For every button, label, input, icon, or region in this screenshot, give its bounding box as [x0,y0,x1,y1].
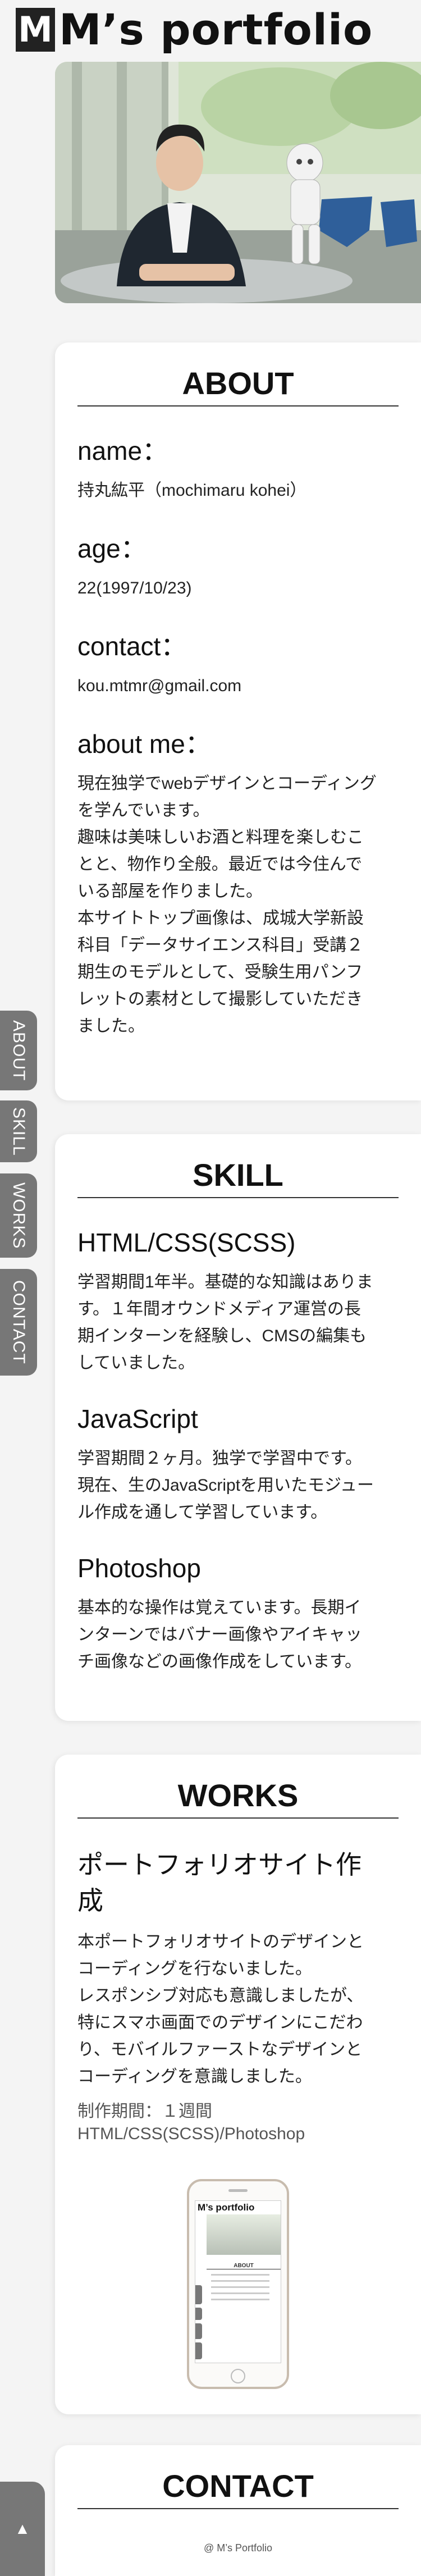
up-triangle-icon: ▲ [15,2520,30,2537]
site-title[interactable]: M’s portfolio [59,4,373,55]
side-nav-about-label: ABOUT [10,1020,28,1081]
thumbnail-tab [195,2308,202,2320]
site-header: M M’s portfolio [0,0,421,56]
side-nav-skill[interactable]: SKILL [0,1100,37,1162]
contact-section: CONTACT [55,2445,421,2576]
contact-label: contact： [77,632,187,661]
work-thumbnail[interactable]: M’s portfolio ABOUT [187,2179,289,2389]
about-title: ABOUT [77,365,399,407]
back-to-top-button[interactable]: ▲ [0,2482,45,2576]
thumbnail-hero [207,2214,281,2255]
skill-item: JavaScript 学習期間２ヶ月。独学で学習中です。 現在、生のJavaSc… [77,1403,399,1526]
skill-title: SKILL [77,1157,399,1198]
side-nav-contact-label: CONTACT [10,1280,28,1364]
thumbnail-screen: M’s portfolio ABOUT [195,2200,281,2363]
thumbnail-tab [195,2285,202,2304]
phone-home-button [231,2369,245,2383]
work-title: ポートフォリオサイト作 成 [77,1850,361,1915]
hero-photo [55,62,421,303]
side-nav-works-label: WORKS [10,1182,28,1249]
about-me-text: 現在独学でwebデザインとコーディング を学んでいます。 趣味は美味しいお酒と料… [77,774,377,1035]
footer-copyright: @ M’s Portfolio [204,2542,272,2554]
phone-speaker [228,2189,248,2192]
age-value: 22(1997/10/23) [77,579,192,597]
skill-name: HTML/CSS(SCSS) [77,1228,296,1257]
skill-text: 学習期間２ヶ月。独学で学習中です。 現在、生のJavaScriptを用いたモジュ… [77,1449,374,1522]
name-value: 持丸紘平（mochimaru kohei） [77,481,307,500]
thumbnail-tab [195,2342,202,2359]
name-label: name： [77,436,168,465]
work-period: 制作期間：１週間 [77,2102,212,2121]
about-me-label: about me： [77,729,211,759]
thumbnail-line [211,2274,269,2276]
contact-value[interactable]: kou.mtmr@gmail.com [77,673,399,700]
about-section: ABOUT name： 持丸紘平（mochimaru kohei） age： 2… [55,342,421,1100]
work-description: 本ポートフォリオサイトのデザインと コーディングを行ないました。 レスポンシブ対… [77,1933,364,2086]
works-title: WORKS [77,1777,399,1819]
logo-mark[interactable]: M [16,8,55,52]
thumbnail-line [211,2280,269,2282]
side-nav-about[interactable]: ABOUT [0,1011,37,1090]
skill-text: 学習期間1年半。基礎的な知識はありま す。１年間オウンドメディア運営の長 期イン… [77,1273,373,1372]
skill-item: Photoshop 基本的な操作は覚えています。長期イ ンターンではバナー画像や… [77,1552,399,1675]
age-label: age： [77,534,147,563]
work-tools: HTML/CSS(SCSS)/Photoshop [77,2125,305,2143]
contact-title: CONTACT [77,2468,399,2509]
skill-section: SKILL HTML/CSS(SCSS) 学習期間1年半。基礎的な知識はありま … [55,1134,421,1721]
thumbnail-line [211,2292,269,2294]
hero-illustration [55,62,421,303]
side-nav-contact[interactable]: CONTACT [0,1269,37,1376]
thumbnail-line [211,2286,269,2288]
skill-name: Photoshop [77,1554,201,1583]
works-section: WORKS ポートフォリオサイト作 成 本ポートフォリオサイトのデザインと コー… [55,1755,421,2414]
thumbnail-line [211,2299,269,2300]
thumbnail-section-title: ABOUT [207,2263,281,2269]
side-nav-skill-label: SKILL [10,1107,28,1156]
thumbnail-logo: M’s portfolio [198,2202,255,2213]
skill-text: 基本的な操作は覚えています。長期イ ンターンではバナー画像やアイキャッ チ画像な… [77,1598,362,1671]
thumbnail-tab [195,2323,202,2339]
skill-name: JavaScript [77,1404,198,1433]
skill-item: HTML/CSS(SCSS) 学習期間1年半。基礎的な知識はありま す。１年間オ… [77,1226,399,1377]
side-nav-works[interactable]: WORKS [0,1173,37,1258]
